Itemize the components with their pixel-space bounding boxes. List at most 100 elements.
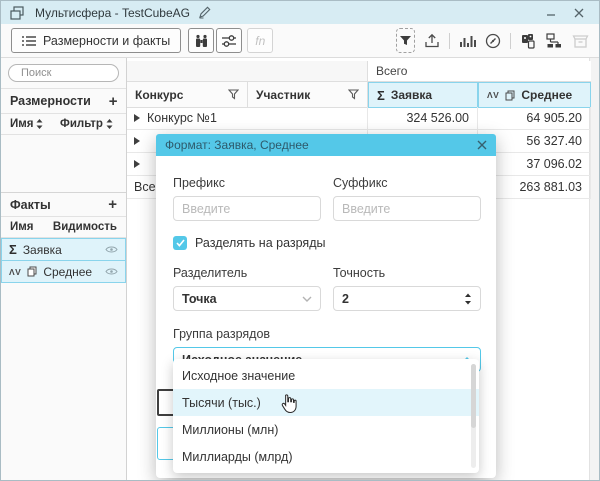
add-dimension-button[interactable]: +	[109, 94, 118, 109]
table-row-name[interactable]: Конкурс №1	[127, 107, 368, 130]
dropdown-scrollbar-thumb[interactable]	[471, 364, 476, 428]
copy-facts-button[interactable]	[520, 33, 536, 49]
cell-value: 324 526.00	[406, 111, 469, 125]
fact-header-zayavka[interactable]: Σ Заявка	[368, 82, 478, 108]
export-icon	[424, 33, 440, 48]
column-header-label: Участник	[256, 88, 310, 102]
average-icon: ΛV	[487, 90, 499, 100]
dropdown-option-millions[interactable]: Миллионы (млн)	[173, 416, 479, 443]
digit-group-dropdown: Исходное значение Тысячи (тыс.) Миллионы…	[173, 359, 479, 473]
search-input[interactable]	[8, 64, 119, 82]
dialog-header[interactable]: Формат: Заявка, Среднее	[156, 134, 496, 156]
dropdown-scrollbar[interactable]	[471, 364, 476, 468]
dimensions-columns-header: Имя Фильтр	[1, 114, 126, 135]
column-header-label: Конкурс	[135, 88, 183, 102]
facts-header: Факты +	[1, 192, 126, 217]
box-icon	[572, 33, 589, 49]
window-restore-icon	[10, 6, 24, 20]
sort-icon[interactable]	[36, 119, 43, 129]
dropdown-option-thousands[interactable]: Тысячи (тыс.)	[173, 389, 479, 416]
fact-item-zayavka[interactable]: Σ Заявка	[1, 238, 126, 261]
column-filter-icon[interactable]	[348, 89, 359, 100]
sort-icon[interactable]	[106, 119, 113, 129]
gauge-icon	[485, 33, 501, 49]
close-button[interactable]	[567, 4, 591, 22]
window-title: Мультисфера - TestCubeAG	[35, 6, 190, 20]
titlebar: Мультисфера - TestCubeAG	[1, 1, 599, 24]
bar-chart-icon	[459, 34, 476, 48]
fn-button[interactable]: fn	[247, 28, 273, 53]
copy-pages-icon	[505, 90, 515, 101]
fact-col-name: Имя	[10, 221, 53, 233]
suffix-input[interactable]	[333, 196, 481, 221]
fact-header-label: Заявка	[391, 88, 432, 102]
dimensions-list-empty	[1, 135, 126, 192]
table-corner	[127, 61, 368, 82]
filter-icon	[399, 35, 412, 47]
sliders-button[interactable]	[216, 28, 242, 53]
hierarchy-button[interactable]	[545, 33, 563, 49]
format-dialog: Формат: Заявка, Среднее Префикс Суффикс	[156, 134, 496, 478]
minimize-button[interactable]	[539, 4, 563, 22]
fact-item-srednee[interactable]: ΛV Среднее	[1, 260, 126, 283]
precision-stepper[interactable]: 2	[333, 286, 481, 311]
facts-columns-header: Имя Видимость	[1, 217, 126, 238]
dimensions-facts-label: Размерности и факты	[43, 34, 170, 48]
copy-pages-icon	[27, 266, 37, 277]
precision-label: Точность	[333, 266, 481, 280]
binoculars-button[interactable]	[188, 28, 214, 53]
facts-title: Факты	[10, 198, 51, 212]
hierarchy-icon	[545, 33, 563, 49]
expand-arrow-icon[interactable]	[134, 114, 140, 122]
export-button[interactable]	[424, 33, 440, 48]
prefix-label: Префикс	[173, 176, 321, 190]
total-header: Всего	[368, 61, 591, 82]
search-section	[1, 58, 126, 89]
prefix-input[interactable]	[173, 196, 321, 221]
visibility-eye-icon[interactable]	[105, 245, 118, 254]
fact-label: Заявка	[23, 243, 62, 257]
column-header-participant[interactable]: Участник	[248, 82, 368, 108]
table-cell[interactable]: 324 526.00	[368, 107, 478, 130]
toolbar-divider	[510, 33, 511, 49]
dim-col-filter[interactable]: Фильтр	[60, 118, 103, 130]
column-header-contest[interactable]: Конкурс	[127, 82, 248, 108]
cell-value: 37 096.02	[526, 157, 582, 171]
separator-label: Разделитель	[173, 266, 321, 280]
precision-value: 2	[342, 292, 349, 306]
archive-button-disabled	[572, 33, 589, 49]
row-label: Конкурс №1	[147, 111, 217, 125]
chevron-down-icon	[302, 296, 312, 302]
split-digits-checkbox[interactable]	[173, 236, 187, 250]
fact-header-srednee[interactable]: ΛV Среднее	[478, 82, 591, 108]
chart-button[interactable]	[459, 34, 476, 48]
visibility-eye-icon[interactable]	[105, 267, 118, 276]
sliders-icon	[221, 34, 237, 48]
spinner-arrows-icon[interactable]	[464, 293, 472, 305]
add-fact-button[interactable]: +	[108, 197, 117, 212]
dimensions-facts-button[interactable]: Размерности и факты	[11, 28, 181, 53]
edit-title-icon[interactable]	[198, 6, 211, 19]
table-cell[interactable]: 64 905.20	[478, 107, 591, 130]
dropdown-option-original[interactable]: Исходное значение	[173, 362, 479, 389]
mouse-cursor-icon	[279, 393, 298, 415]
sum-icon: Σ	[377, 88, 385, 103]
expand-arrow-icon[interactable]	[134, 137, 140, 145]
dim-col-name[interactable]: Имя	[10, 118, 33, 130]
cell-value: 56 327.40	[526, 134, 582, 148]
check-icon	[176, 239, 185, 247]
fact-label: Среднее	[43, 265, 92, 279]
expand-arrow-icon[interactable]	[134, 160, 140, 168]
filter-tool-button[interactable]	[396, 28, 415, 53]
column-filter-icon[interactable]	[228, 89, 239, 100]
toolbar-divider	[449, 33, 450, 49]
separator-select[interactable]: Точка	[173, 286, 321, 311]
separator-value: Точка	[182, 292, 217, 306]
dialog-close-button[interactable]	[477, 140, 487, 150]
dropdown-option-billions[interactable]: Миллиарды (млрд)	[173, 443, 479, 470]
suffix-label: Суффикс	[333, 176, 481, 190]
copy-icon	[520, 33, 536, 49]
list-icon	[22, 35, 36, 47]
gauge-button[interactable]	[485, 33, 501, 49]
close-icon	[477, 140, 487, 150]
